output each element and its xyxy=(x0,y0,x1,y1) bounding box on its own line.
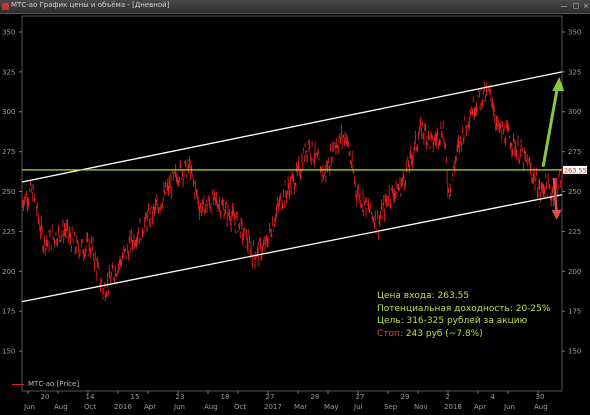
y-tick-label-left: 250 xyxy=(2,188,15,196)
entry-price-text: Цена входа: 263.55 xyxy=(377,291,470,301)
stop-label: Стоп: xyxy=(377,328,403,339)
x-tick-label-bottom: 2016 xyxy=(114,403,132,411)
price-chart: 150 150 175 175 200 200 225 225 250 250 275 275 300 3… xyxy=(2,15,587,411)
y-tick-label-right: 350 xyxy=(568,28,581,36)
y-tick-label-right: 225 xyxy=(568,228,581,236)
legend-label: МТС-ао [Price] xyxy=(28,380,80,388)
y-tick-label-left: 275 xyxy=(2,148,15,156)
x-tick-label-bottom: Oct xyxy=(234,403,246,411)
trade-annotation: Цена входа: 263.55 Потенциальная доходно… xyxy=(377,290,550,340)
target-arrow-shaft xyxy=(541,82,560,167)
x-tick-label-top: 30 xyxy=(536,393,545,401)
stop-line: Стоп: 243 руб (~7.8%) xyxy=(377,328,550,341)
y-tick-label-left: 225 xyxy=(2,228,15,236)
x-tick-label-bottom: Jun xyxy=(23,403,35,411)
y-tick-label-left: 150 xyxy=(2,348,15,356)
x-tick-label-bottom: Nov xyxy=(414,403,428,411)
x-tick-label-top: 27 xyxy=(266,393,275,401)
y-tick-label-left: 175 xyxy=(2,308,15,316)
x-tick-label-bottom: Aug xyxy=(204,403,218,411)
x-tick-label-top: 20 xyxy=(41,393,50,401)
x-tick-label-bottom: Aug xyxy=(54,403,68,411)
chart-window: МТС-ао График цены и объёма - [Дневной] … xyxy=(0,0,590,415)
x-tick-label-top: 14 xyxy=(86,393,95,401)
y-tick-label-left: 325 xyxy=(2,68,15,76)
x-tick-label-bottom: May xyxy=(324,403,338,411)
x-tick-label-bottom: Mar xyxy=(294,403,307,411)
y-tick-label-left: 200 xyxy=(2,268,15,276)
legend: МТС-ао [Price] xyxy=(12,380,79,388)
x-tick-label-bottom: Jun xyxy=(503,403,515,411)
x-tick-label-top: 23 xyxy=(176,393,185,401)
price-tag-label: 263.55 xyxy=(564,166,587,174)
stop-arrow-head xyxy=(551,209,562,220)
y-tick-label-left: 350 xyxy=(2,28,15,36)
legend-swatch xyxy=(12,383,24,385)
y-tick-label-right: 200 xyxy=(568,268,581,276)
y-tick-label-right: 150 xyxy=(568,348,581,356)
x-tick-label-bottom: 2018 xyxy=(444,403,462,411)
y-tick-label-left: 300 xyxy=(2,108,15,116)
x-tick-label-bottom: Jul xyxy=(353,403,363,411)
x-tick-label-bottom: Sep xyxy=(384,403,398,411)
x-tick-label-bottom: Apr xyxy=(474,403,486,411)
x-tick-label-top: 18 xyxy=(221,393,230,401)
x-tick-label-top: 29 xyxy=(401,393,410,401)
x-tick-label-top: 27 xyxy=(356,393,365,401)
x-tick-label-top: 4 xyxy=(491,393,496,401)
lower-channel-line xyxy=(21,194,563,303)
y-tick-label-right: 300 xyxy=(568,108,581,116)
x-tick-label-bottom: Oct xyxy=(84,403,96,411)
x-tick-label-bottom: 2017 xyxy=(264,403,282,411)
x-tick-label-top: 15 xyxy=(131,393,140,401)
x-tick-label-top: 28 xyxy=(311,393,320,401)
price-series-bars xyxy=(21,80,563,302)
stop-value: 243 руб (~7.8%) xyxy=(402,328,483,339)
x-tick-label-top: 2 xyxy=(446,393,450,401)
yield-text: Потенциальная доходность: 20-25% xyxy=(377,303,551,314)
x-tick-label-bottom: Aug xyxy=(534,403,548,411)
y-tick-label-right: 325 xyxy=(568,68,581,76)
y-tick-label-right: 175 xyxy=(568,308,581,316)
x-tick-label-bottom: Jun xyxy=(173,403,185,411)
upper-channel-line xyxy=(21,71,563,183)
target-text: Цель: 316-325 рублей за акцию xyxy=(377,316,528,327)
y-tick-label-right: 275 xyxy=(568,148,581,156)
y-tick-label-right: 250 xyxy=(568,188,581,196)
x-tick-label-bottom: Apr xyxy=(144,403,156,411)
